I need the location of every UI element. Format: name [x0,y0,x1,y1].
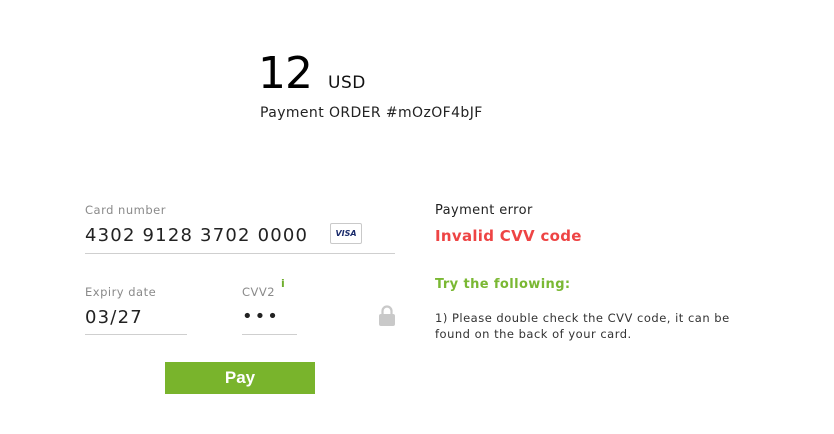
expiry-date-label: Expiry date [85,285,157,299]
suggestion-item: 1) Please double check the CVV code, it … [435,311,730,341]
cvv-input[interactable]: ••• [242,306,280,327]
card-number-label: Card number [85,203,166,217]
order-reference: Payment ORDER #mOzOF4bJF [260,105,483,121]
payment-error-title: Payment error [435,203,533,218]
cvv-info-icon[interactable]: i [281,277,285,290]
suggestions-title: Try the following: [435,277,571,292]
card-number-underline [85,253,395,254]
error-message: Invalid CVV code [435,227,582,245]
lock-icon [379,305,395,326]
visa-card-icon: VISA [330,223,362,244]
card-number-input[interactable]: 4302 9128 3702 0000 [85,225,308,246]
payment-amount: 12 USD [258,52,366,96]
cvv-label: CVV2 [242,285,276,299]
expiry-date-input[interactable]: 03/27 [85,307,143,328]
expiry-date-underline [85,334,187,335]
amount-value: 12 [258,48,313,99]
cvv-underline [242,334,297,335]
pay-button[interactable]: Pay [165,362,315,394]
amount-currency: USD [328,73,366,93]
